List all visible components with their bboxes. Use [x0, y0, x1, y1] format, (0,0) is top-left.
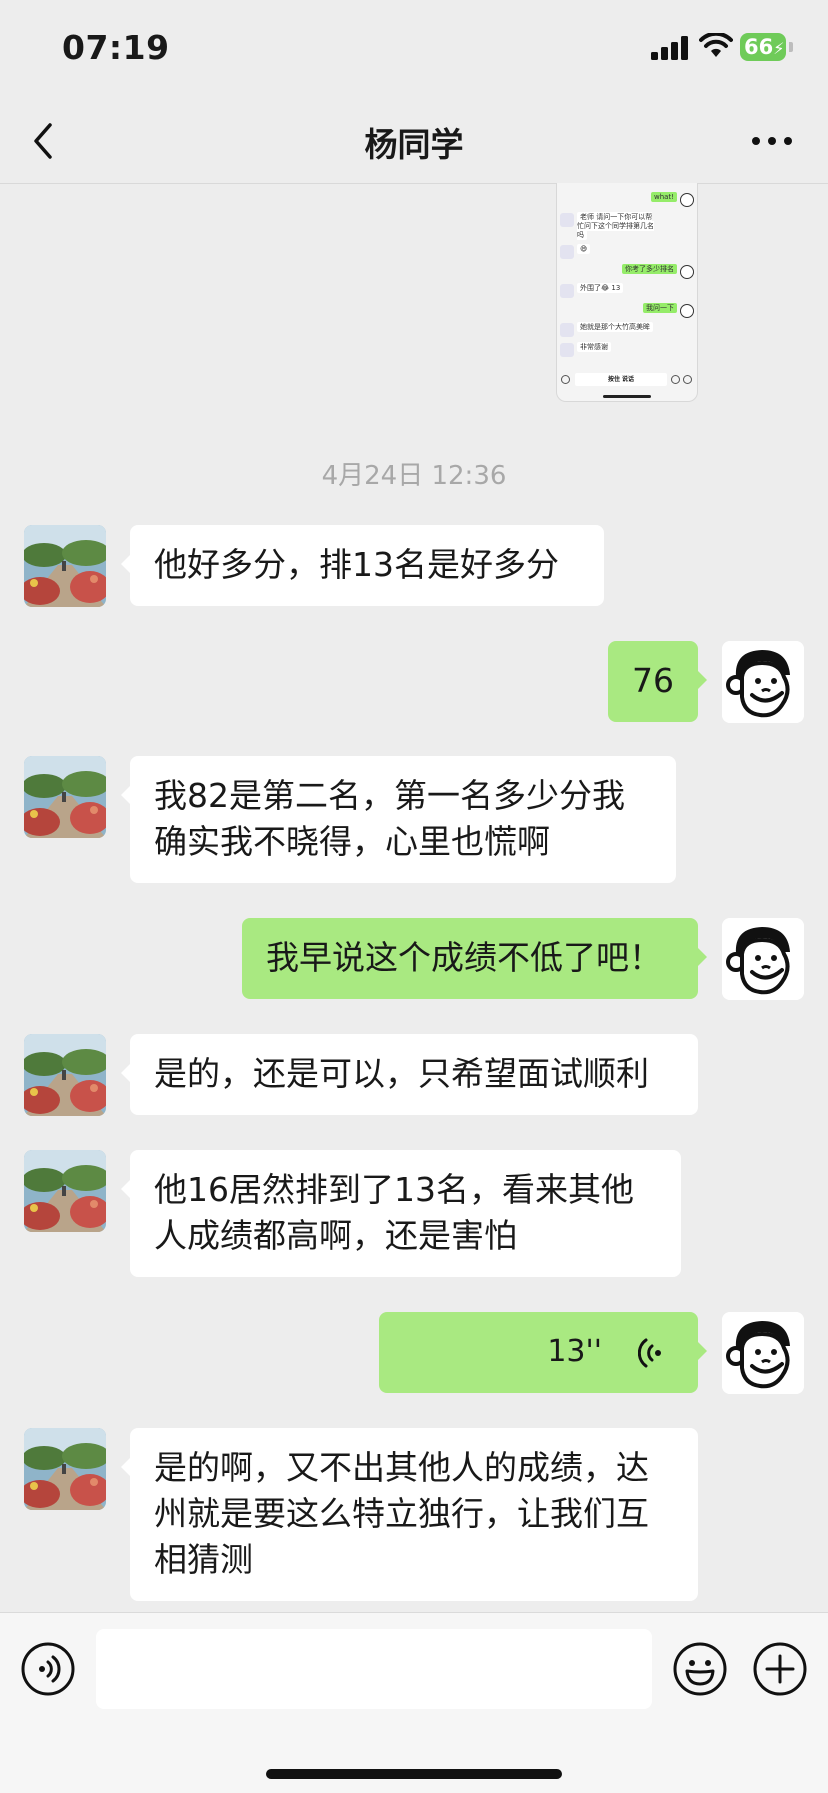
- thumbnail-message: 😄: [577, 244, 591, 254]
- thumbnail-input-bar: 按住 说话: [561, 373, 693, 387]
- chat-header: 杨同学: [0, 100, 828, 184]
- voice-message-bubble[interactable]: 13'': [379, 1312, 707, 1393]
- message-input[interactable]: [96, 1629, 652, 1709]
- my-avatar[interactable]: [722, 641, 804, 723]
- thumbnail-contact-avatar: [560, 284, 574, 298]
- my-avatar[interactable]: [722, 1312, 804, 1394]
- contact-avatar[interactable]: [24, 1428, 106, 1510]
- thumbnail-message: 你考了多少排名: [622, 264, 677, 274]
- thumbnail-message: 老师 请问一下你可以帮忙问下这个同学排第几名吗: [577, 212, 654, 240]
- voice-wave-icon: [638, 1338, 661, 1368]
- message-bubble[interactable]: 他16居然排到了13名，看来其他 人成绩都高啊，还是害怕: [121, 1150, 681, 1277]
- plus-icon[interactable]: [752, 1641, 808, 1697]
- contact-avatar[interactable]: [24, 1034, 106, 1116]
- thumbnail-emoji-icon: [671, 375, 680, 384]
- home-indicator: [266, 1769, 562, 1779]
- message-text-line: 人成绩都高啊，还是害怕: [154, 1216, 517, 1255]
- battery-tip: [789, 42, 793, 52]
- message-bubble[interactable]: 我82是第二名，第一名多少分我 确实我不晓得，心里也慌啊: [121, 756, 676, 883]
- contact-avatar[interactable]: [24, 525, 106, 607]
- message-text-line: 我82是第二名，第一名多少分我: [154, 776, 625, 815]
- voice-duration: 13'': [547, 1334, 602, 1369]
- my-avatar[interactable]: [722, 918, 804, 1000]
- more-horizontal-icon[interactable]: [750, 134, 794, 148]
- thumbnail-home-indicator: [603, 395, 651, 398]
- message-text-line: 他16居然排到了13名，看来其他: [154, 1170, 634, 1209]
- thumbnail-contact-avatar: [560, 343, 574, 357]
- message-bubble[interactable]: 他好多分，排13名是好多分: [121, 525, 604, 606]
- wifi-icon: [699, 33, 733, 57]
- message-bubble[interactable]: 是的，还是可以，只希望面试顺利: [121, 1034, 698, 1115]
- thumbnail-message: 她就是那个大竹高美眸: [577, 322, 653, 332]
- battery-indicator: 66⚡: [740, 33, 786, 61]
- message-timestamp: 4月24日 12:36: [321, 461, 507, 491]
- contact-avatar[interactable]: [24, 756, 106, 838]
- thumbnail-my-avatar: [680, 265, 694, 279]
- input-bar: [0, 1612, 828, 1793]
- image-message[interactable]: what! 老师 请问一下你可以帮忙问下这个同学排第几名吗 😄 你考了多少排名外围了😂…: [556, 183, 698, 402]
- thumbnail-message: 我问一下: [643, 303, 677, 313]
- status-bar: 07:19 66⚡: [0, 0, 828, 100]
- chat-title: 杨同学: [364, 125, 464, 164]
- message-text-line: 州就是要这么特立独行，让我们互: [154, 1494, 649, 1533]
- thumbnail-plus-icon: [683, 375, 692, 384]
- voice-mode-icon[interactable]: [20, 1641, 76, 1697]
- emoji-icon[interactable]: [672, 1641, 728, 1697]
- thumbnail-my-avatar: [680, 193, 694, 207]
- thumbnail-message: what!: [650, 192, 677, 202]
- thumbnail-my-avatar: [680, 304, 694, 318]
- thumbnail-input-label: 按住 说话: [575, 373, 667, 386]
- thumbnail-voice-icon: [561, 375, 570, 384]
- message-text-line: 我早说这个成绩不低了吧！: [266, 938, 662, 977]
- thumbnail-contact-avatar: [560, 245, 574, 259]
- message-bubble[interactable]: 76: [608, 641, 707, 722]
- signal-icon: [651, 36, 688, 60]
- contact-avatar[interactable]: [24, 1150, 106, 1232]
- message-text-line: 确实我不晓得，心里也慌啊: [154, 822, 550, 861]
- message-text-line: 76: [632, 661, 674, 700]
- thumbnail-contact-avatar: [560, 323, 574, 337]
- thumbnail-message: 外围了😂 13: [577, 283, 624, 293]
- status-time: 07:19: [62, 28, 170, 67]
- thumbnail-message: 非常感谢: [577, 342, 611, 352]
- message-text-line: 是的，还是可以，只希望面试顺利: [154, 1054, 649, 1093]
- message-text-line: 是的啊，又不出其他人的成绩，达: [154, 1448, 649, 1487]
- message-text-line: 相猜测: [154, 1540, 253, 1579]
- charging-icon: ⚡: [773, 39, 785, 58]
- message-bubble[interactable]: 是的啊，又不出其他人的成绩，达 州就是要这么特立独行，让我们互 相猜测: [121, 1428, 698, 1601]
- message-text-line: 他好多分，排13名是好多分: [154, 545, 559, 584]
- message-bubble[interactable]: 我早说这个成绩不低了吧！: [242, 918, 707, 999]
- thumbnail-contact-avatar: [560, 213, 574, 227]
- battery-level: 66: [744, 35, 774, 59]
